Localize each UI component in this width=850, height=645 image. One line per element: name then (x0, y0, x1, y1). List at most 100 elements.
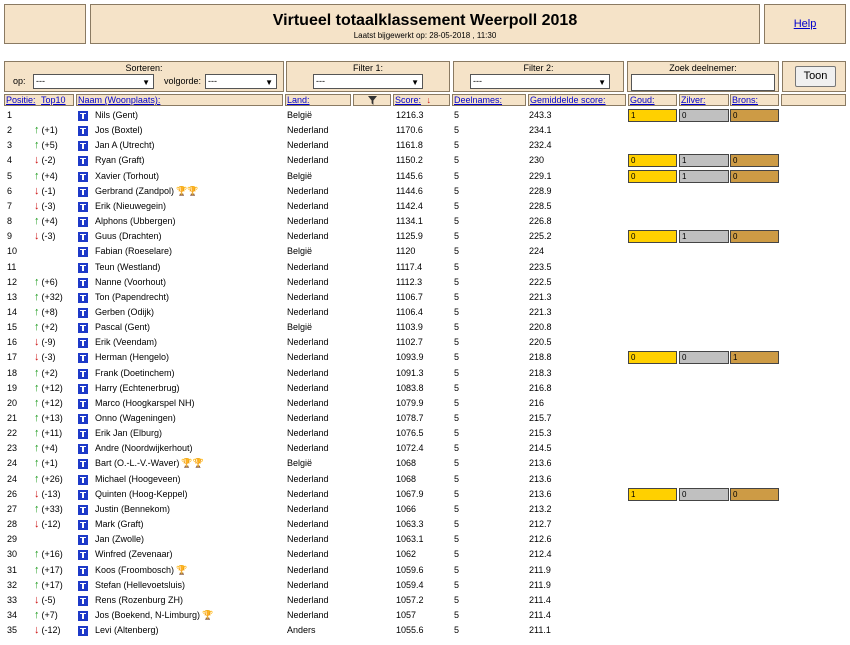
row-name[interactable]: Rens (Rozenburg ZH) (95, 593, 183, 608)
row-name-text[interactable]: Jan A (Utrecht) (95, 140, 155, 150)
row-name[interactable]: Pascal (Gent) (95, 320, 150, 335)
row-name-text[interactable]: Pascal (Gent) (95, 322, 150, 332)
toon-button[interactable]: Toon (795, 66, 836, 87)
row-name[interactable]: Erik (Veendam) (95, 335, 157, 350)
row-name-text[interactable]: Gerbrand (Zandpol) (95, 186, 174, 196)
row-name[interactable]: Gerben (Odijk) (95, 305, 154, 320)
row-name-text[interactable]: Onno (Wageningen) (95, 413, 176, 423)
col-header-deelnames: Deelnames: (452, 94, 526, 106)
sort-desc-arrow-icon[interactable]: ↓ (427, 95, 432, 105)
row-name-text[interactable]: Harry (Echtenerbrug) (95, 383, 180, 393)
row-name-text[interactable]: Xavier (Torhout) (95, 171, 159, 181)
row-name-text[interactable]: Justin (Bennekom) (95, 504, 170, 514)
row-name[interactable]: Gerbrand (Zandpol) 🏆🏆 (95, 184, 198, 199)
row-name[interactable]: Nils (Gent) (95, 108, 138, 123)
row-name-text[interactable]: Erik Jan (Elburg) (95, 428, 162, 438)
row-name[interactable]: Ryan (Graft) (95, 153, 145, 168)
sort-brons-link[interactable]: Brons: (732, 95, 758, 105)
row-name[interactable]: Quinten (Hoog-Keppel) (95, 487, 188, 502)
filter2-select[interactable]: --- ▼ (470, 74, 610, 89)
row-name-text[interactable]: Andre (Noordwijkerhout) (95, 443, 193, 453)
search-input[interactable] (631, 74, 775, 91)
row-name-text[interactable]: Ton (Papendrecht) (95, 292, 169, 302)
row-name[interactable]: Xavier (Torhout) (95, 169, 159, 184)
row-name-text[interactable]: Herman (Hengelo) (95, 352, 169, 362)
row-name[interactable]: Guus (Drachten) (95, 229, 162, 244)
row-name-text[interactable]: Guus (Drachten) (95, 231, 162, 241)
row-name[interactable]: Koos (Froombosch) 🏆 (95, 563, 187, 578)
row-name[interactable]: Teun (Westland) (95, 260, 160, 275)
row-name-text[interactable]: Fabian (Roeselare) (95, 246, 172, 256)
row-name-text[interactable]: Quinten (Hoog-Keppel) (95, 489, 188, 499)
row-name-text[interactable]: Koos (Froombosch) (95, 565, 174, 575)
row-name-text[interactable]: Ryan (Graft) (95, 155, 145, 165)
row-name[interactable]: Winfred (Zevenaar) (95, 547, 173, 562)
row-name-text[interactable]: Winfred (Zevenaar) (95, 549, 173, 559)
row-name[interactable]: Justin (Bennekom) (95, 502, 170, 517)
row-name[interactable]: Bart (O.-L.-V.-Waver) 🏆🏆 (95, 456, 204, 471)
row-name-text[interactable]: Frank (Doetinchem) (95, 368, 175, 378)
row-name-text[interactable]: Levi (Altenberg) (95, 625, 159, 635)
row-name[interactable]: Fabian (Roeselare) (95, 244, 172, 259)
row-name-text[interactable]: Michael (Hoogeveen) (95, 474, 181, 484)
sort-top10-link[interactable]: Top10 (41, 95, 66, 105)
silver-count: 1 (679, 230, 729, 244)
sort-land-link[interactable]: Land: (287, 95, 310, 105)
sort-naam-link[interactable]: Naam (Woonplaats): (78, 95, 160, 105)
sort-goud-link[interactable]: Goud: (630, 95, 655, 105)
row-name-text[interactable]: Mark (Graft) (95, 519, 144, 529)
row-name[interactable]: Andre (Noordwijkerhout) (95, 441, 193, 456)
row-name[interactable]: Onno (Wageningen) (95, 411, 176, 426)
row-deelnames: 5 (454, 246, 460, 257)
row-name[interactable]: Jan (Zwolle) (95, 532, 144, 547)
row-name[interactable]: Erik (Nieuwegein) (95, 199, 166, 214)
row-name-text[interactable]: Gerben (Odijk) (95, 307, 154, 317)
row-name-text[interactable]: Erik (Nieuwegein) (95, 201, 166, 211)
row-name[interactable]: Herman (Hengelo) (95, 350, 169, 365)
row-deelnames: 5 (454, 579, 460, 590)
row-name[interactable]: Nanne (Voorhout) (95, 275, 166, 290)
sort-positie-link[interactable]: Positie: (6, 95, 36, 105)
row-position: 11 (7, 261, 17, 272)
sort-score-link[interactable]: Score: (395, 95, 421, 105)
sort-op-select[interactable]: --- ▼ (33, 74, 154, 89)
filter-funnel-icon[interactable] (368, 96, 377, 105)
sort-deelnames-link[interactable]: Deelnames: (454, 95, 502, 105)
row-name-text[interactable]: Stefan (Hellevoetsluis) (95, 580, 185, 590)
row-name[interactable]: Mark (Graft) (95, 517, 144, 532)
row-land: Nederland (287, 261, 329, 272)
row-name[interactable]: Michael (Hoogeveen) (95, 472, 181, 487)
sort-gemiddelde-link[interactable]: Gemiddelde score: (530, 95, 606, 105)
row-name[interactable]: Jos (Boekend, N-Limburg) 🏆 (95, 608, 213, 623)
row-name[interactable]: Harry (Echtenerbrug) (95, 381, 180, 396)
gold-count: 0 (628, 169, 677, 183)
row-name-text[interactable]: Alphons (Ubbergen) (95, 216, 176, 226)
filter1-select[interactable]: --- ▼ (313, 74, 423, 89)
row-name-text[interactable]: Erik (Veendam) (95, 337, 157, 347)
row-name-text[interactable]: Nanne (Voorhout) (95, 277, 166, 287)
row-deelnames: 5 (454, 625, 460, 636)
row-name-text[interactable]: Rens (Rozenburg ZH) (95, 595, 183, 605)
sort-order-select[interactable]: --- ▼ (205, 74, 277, 89)
help-link[interactable]: Help (794, 18, 817, 30)
row-name[interactable]: Alphons (Ubbergen) (95, 214, 176, 229)
row-name-text[interactable]: Jos (Boekend, N-Limburg) (95, 610, 200, 620)
row-name-text[interactable]: Jan (Zwolle) (95, 534, 144, 544)
row-name[interactable]: Levi (Altenberg) (95, 623, 159, 638)
row-name[interactable]: Marco (Hoogkarspel NH) (95, 396, 195, 411)
row-name-text[interactable]: Nils (Gent) (95, 110, 138, 120)
row-name[interactable]: Frank (Doetinchem) (95, 366, 175, 381)
sort-zilver-link[interactable]: Zilver: (681, 95, 706, 105)
row-name-text[interactable]: Jos (Boxtel) (95, 125, 143, 135)
row-name-text[interactable]: Bart (O.-L.-V.-Waver) (95, 458, 179, 468)
row-name-text[interactable]: Marco (Hoogkarspel NH) (95, 398, 195, 408)
row-name-text[interactable]: Teun (Westland) (95, 262, 160, 272)
row-name[interactable]: Jos (Boxtel) (95, 123, 143, 138)
row-land: Nederland (287, 352, 329, 363)
row-deelnames: 5 (454, 564, 460, 575)
row-name[interactable]: Stefan (Hellevoetsluis) (95, 578, 185, 593)
show-panel: Toon (782, 61, 846, 92)
row-name[interactable]: Erik Jan (Elburg) (95, 426, 162, 441)
row-name[interactable]: Jan A (Utrecht) (95, 138, 155, 153)
row-name[interactable]: Ton (Papendrecht) (95, 290, 169, 305)
